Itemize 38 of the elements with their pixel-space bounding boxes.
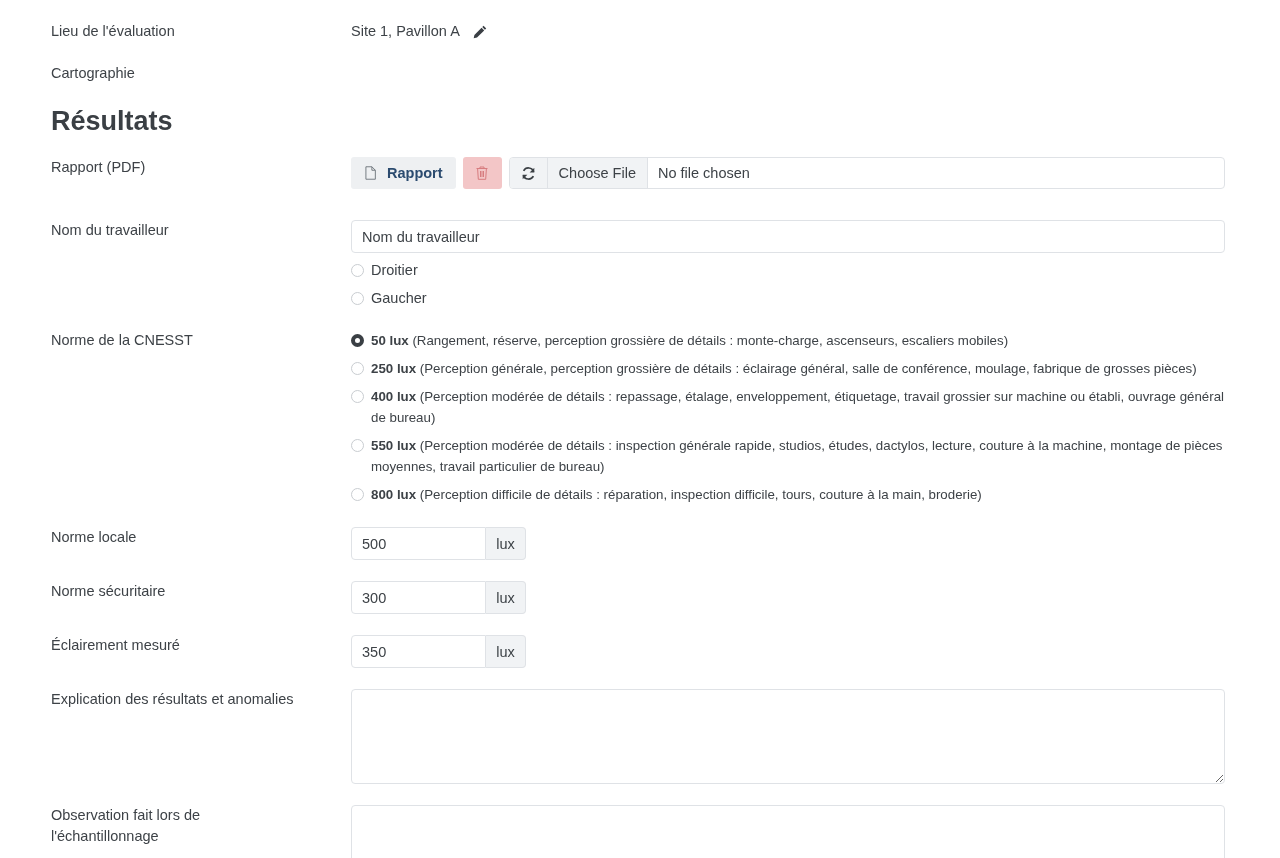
field-label: Norme sécuritaire (51, 582, 167, 601)
field-label: Rapport (PDF) (51, 158, 147, 177)
radio-label[interactable]: 50 lux (Rangement, réserve, perception grossière de détails : monte-charge, ascenseurs, escaliers mobiles) (371, 330, 1009, 351)
refresh-icon (520, 165, 536, 181)
radio-label[interactable]: Droitier (371, 260, 418, 281)
radio-label[interactable]: 400 lux (Perception modérée de détails : repassage, étalage, enveloppement, étiquetage, travail grossier sur machine ou établi, ouvrage général de bureau) (371, 386, 1225, 428)
radio-label[interactable]: 550 lux (Perception modérée de détails : inspection générale rapide, studios, études, dactylos, lecture, couture à la machine, montage de pièces moyennes, travail particulier de bureau) (371, 435, 1225, 477)
radio-label[interactable]: Gaucher (371, 288, 427, 309)
number-input-field[interactable]: 500 (351, 527, 486, 560)
field-label: Norme locale (51, 528, 138, 547)
field-value: Site 1, Pavillon A (351, 22, 460, 41)
number-input-field[interactable]: 350 (351, 635, 486, 668)
field-label: Cartographie (51, 64, 136, 83)
radio-label[interactable]: 250 lux (Perception générale, perception grossière de détails : éclairage général, salle de conférence, moulage, fabrique de grosses pièces) (371, 358, 1197, 379)
unit-label: lux (486, 527, 526, 560)
report-button[interactable]: Rapport (351, 157, 456, 189)
refresh-button[interactable] (509, 158, 548, 188)
unit-label: lux (486, 581, 526, 614)
field-label: Nom du travailleur (51, 221, 170, 240)
field-label: Éclairement mesuré (51, 636, 181, 655)
field-label: Lieu de l'évaluation (51, 22, 176, 41)
text-area-field[interactable] (351, 689, 1225, 784)
radio-label[interactable]: 800 lux (Perception difficile de détails : réparation, inspection difficile, tours, couture à la main, broderie) (371, 484, 982, 505)
name-input-field[interactable]: Nom du travailleur (351, 220, 1225, 253)
number-input-field[interactable]: 300 (351, 581, 486, 614)
delete-button[interactable] (462, 157, 502, 189)
radio-button[interactable] (351, 334, 364, 347)
file-picker[interactable]: Choose File No file chosen (508, 157, 1225, 189)
section-heading: Résultats (51, 105, 174, 137)
unit-label: lux (486, 635, 526, 668)
field-label: Norme de la CNESST (51, 331, 194, 350)
trash-icon (476, 166, 489, 180)
field-label: Observation fait lors de l'échantillonnage (51, 806, 202, 846)
pencil-icon[interactable] (472, 24, 487, 39)
field-label: Explication des résultats et anomalies (51, 690, 295, 709)
file-status-text: No file chosen (656, 164, 750, 183)
choose-file-button[interactable]: Choose File (547, 158, 648, 188)
document-icon (365, 166, 376, 180)
